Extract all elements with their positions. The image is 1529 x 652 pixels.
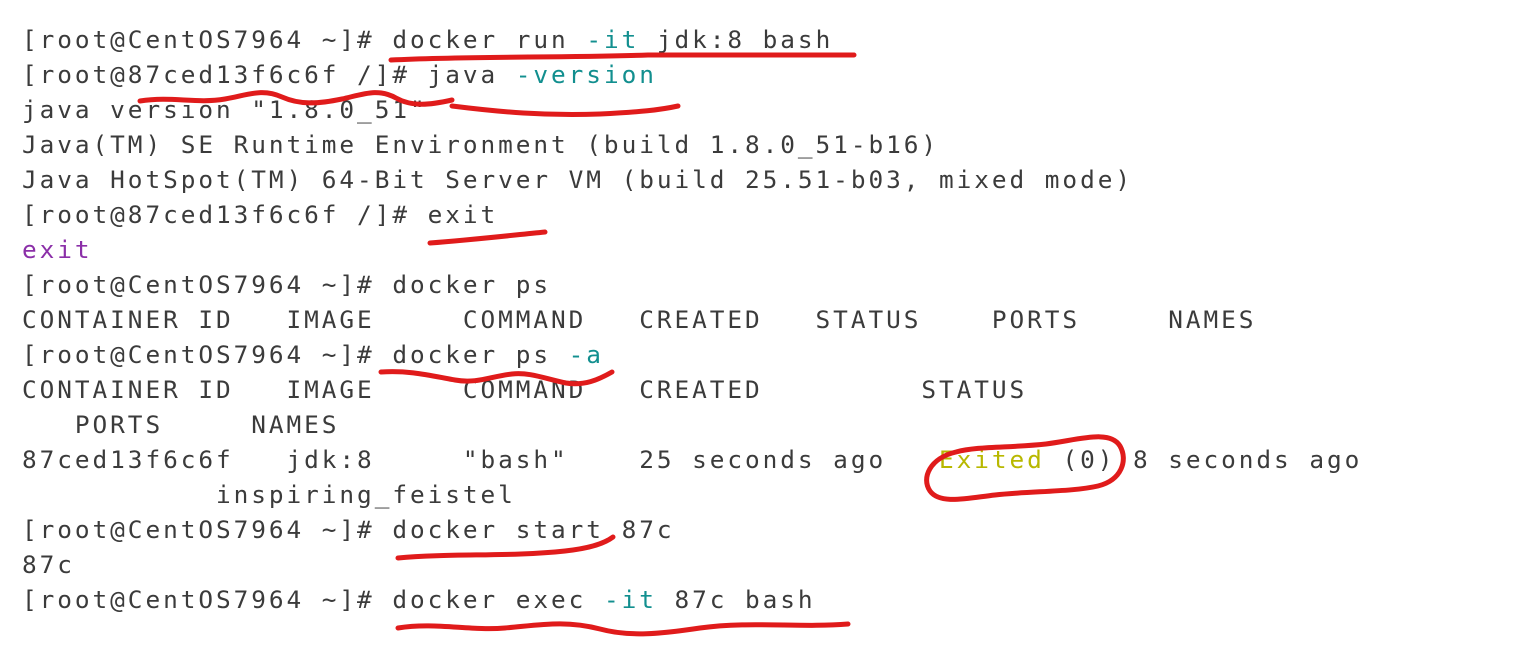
table-row-container-name-seg-0: inspiring_feistel (22, 480, 516, 509)
output-java-hotspot: Java HotSpot(TM) 64-Bit Server VM (build… (22, 162, 1362, 197)
table-header-docker-ps-a-wrap-seg-0: PORTS NAMES (22, 410, 340, 439)
prompt-docker-start: [root@CentOS7964 ~]# docker start 87c (22, 512, 1362, 547)
prompt-docker-ps-seg-0: [root@CentOS7964 ~]# docker ps (22, 270, 552, 299)
prompt-docker-run: [root@CentOS7964 ~]# docker run -it jdk:… (22, 22, 1362, 57)
terminal-output[interactable]: [root@CentOS7964 ~]# docker run -it jdk:… (22, 22, 1362, 617)
table-row-container-seg-1: Exited (939, 445, 1045, 474)
prompt-docker-exec: [root@CentOS7964 ~]# docker exec -it 87c… (22, 582, 1362, 617)
table-row-container: 87ced13f6c6f jdk:8 "bash" 25 seconds ago… (22, 442, 1362, 477)
underline-docker-exec-it-87c-bash (395, 621, 851, 637)
table-header-docker-ps-a-seg-0: CONTAINER ID IMAGE COMMAND CREATED STATU… (22, 375, 1028, 404)
prompt-docker-start-seg-0: [root@CentOS7964 ~]# docker start 87c (22, 515, 675, 544)
output-java-version-seg-0: java version "1.8.0_51" (22, 95, 428, 124)
table-header-docker-ps-seg-0: CONTAINER ID IMAGE COMMAND CREATED STATU… (22, 305, 1257, 334)
prompt-exit-seg-0: [root@87ced13f6c6f /]# exit (22, 200, 499, 229)
prompt-docker-ps-a: [root@CentOS7964 ~]# docker ps -a (22, 337, 1362, 372)
table-header-docker-ps-a: CONTAINER ID IMAGE COMMAND CREATED STATU… (22, 372, 1362, 407)
prompt-docker-ps: [root@CentOS7964 ~]# docker ps (22, 267, 1362, 302)
table-row-container-seg-2: (0) 8 seconds ago (1044, 445, 1363, 474)
prompt-docker-ps-a-seg-1: -a (568, 340, 604, 369)
prompt-docker-run-seg-1: -it (586, 25, 640, 54)
prompt-java-version-seg-1: -version (515, 60, 657, 89)
output-exit: exit (22, 232, 1362, 267)
terminal-screenshot: [root@CentOS7964 ~]# docker run -it jdk:… (0, 0, 1529, 652)
output-java-version: java version "1.8.0_51" (22, 92, 1362, 127)
output-docker-start: 87c (22, 547, 1362, 582)
output-java-hotspot-seg-0: Java HotSpot(TM) 64-Bit Server VM (build… (22, 165, 1133, 194)
output-docker-start-seg-0: 87c (22, 550, 75, 579)
table-row-container-name: inspiring_feistel (22, 477, 1362, 512)
prompt-java-version-seg-0: [root@87ced13f6c6f /]# java (22, 60, 516, 89)
prompt-docker-exec-seg-2: 87c bash (656, 585, 816, 614)
table-header-docker-ps: CONTAINER ID IMAGE COMMAND CREATED STATU… (22, 302, 1362, 337)
table-header-docker-ps-a-wrap: PORTS NAMES (22, 407, 1362, 442)
table-row-container-seg-0: 87ced13f6c6f jdk:8 "bash" 25 seconds ago (22, 445, 939, 474)
prompt-docker-exec-seg-0: [root@CentOS7964 ~]# docker exec (22, 585, 604, 614)
output-java-runtime-seg-0: Java(TM) SE Runtime Environment (build 1… (22, 130, 939, 159)
prompt-exit: [root@87ced13f6c6f /]# exit (22, 197, 1362, 232)
prompt-docker-run-seg-2: jdk:8 bash (639, 25, 834, 54)
prompt-java-version: [root@87ced13f6c6f /]# java -version (22, 57, 1362, 92)
prompt-docker-run-seg-0: [root@CentOS7964 ~]# docker run (22, 25, 587, 54)
prompt-docker-exec-seg-1: -it (603, 585, 657, 614)
output-exit-seg-0: exit (22, 235, 93, 264)
output-java-runtime: Java(TM) SE Runtime Environment (build 1… (22, 127, 1362, 162)
prompt-docker-ps-a-seg-0: [root@CentOS7964 ~]# docker ps (22, 340, 569, 369)
